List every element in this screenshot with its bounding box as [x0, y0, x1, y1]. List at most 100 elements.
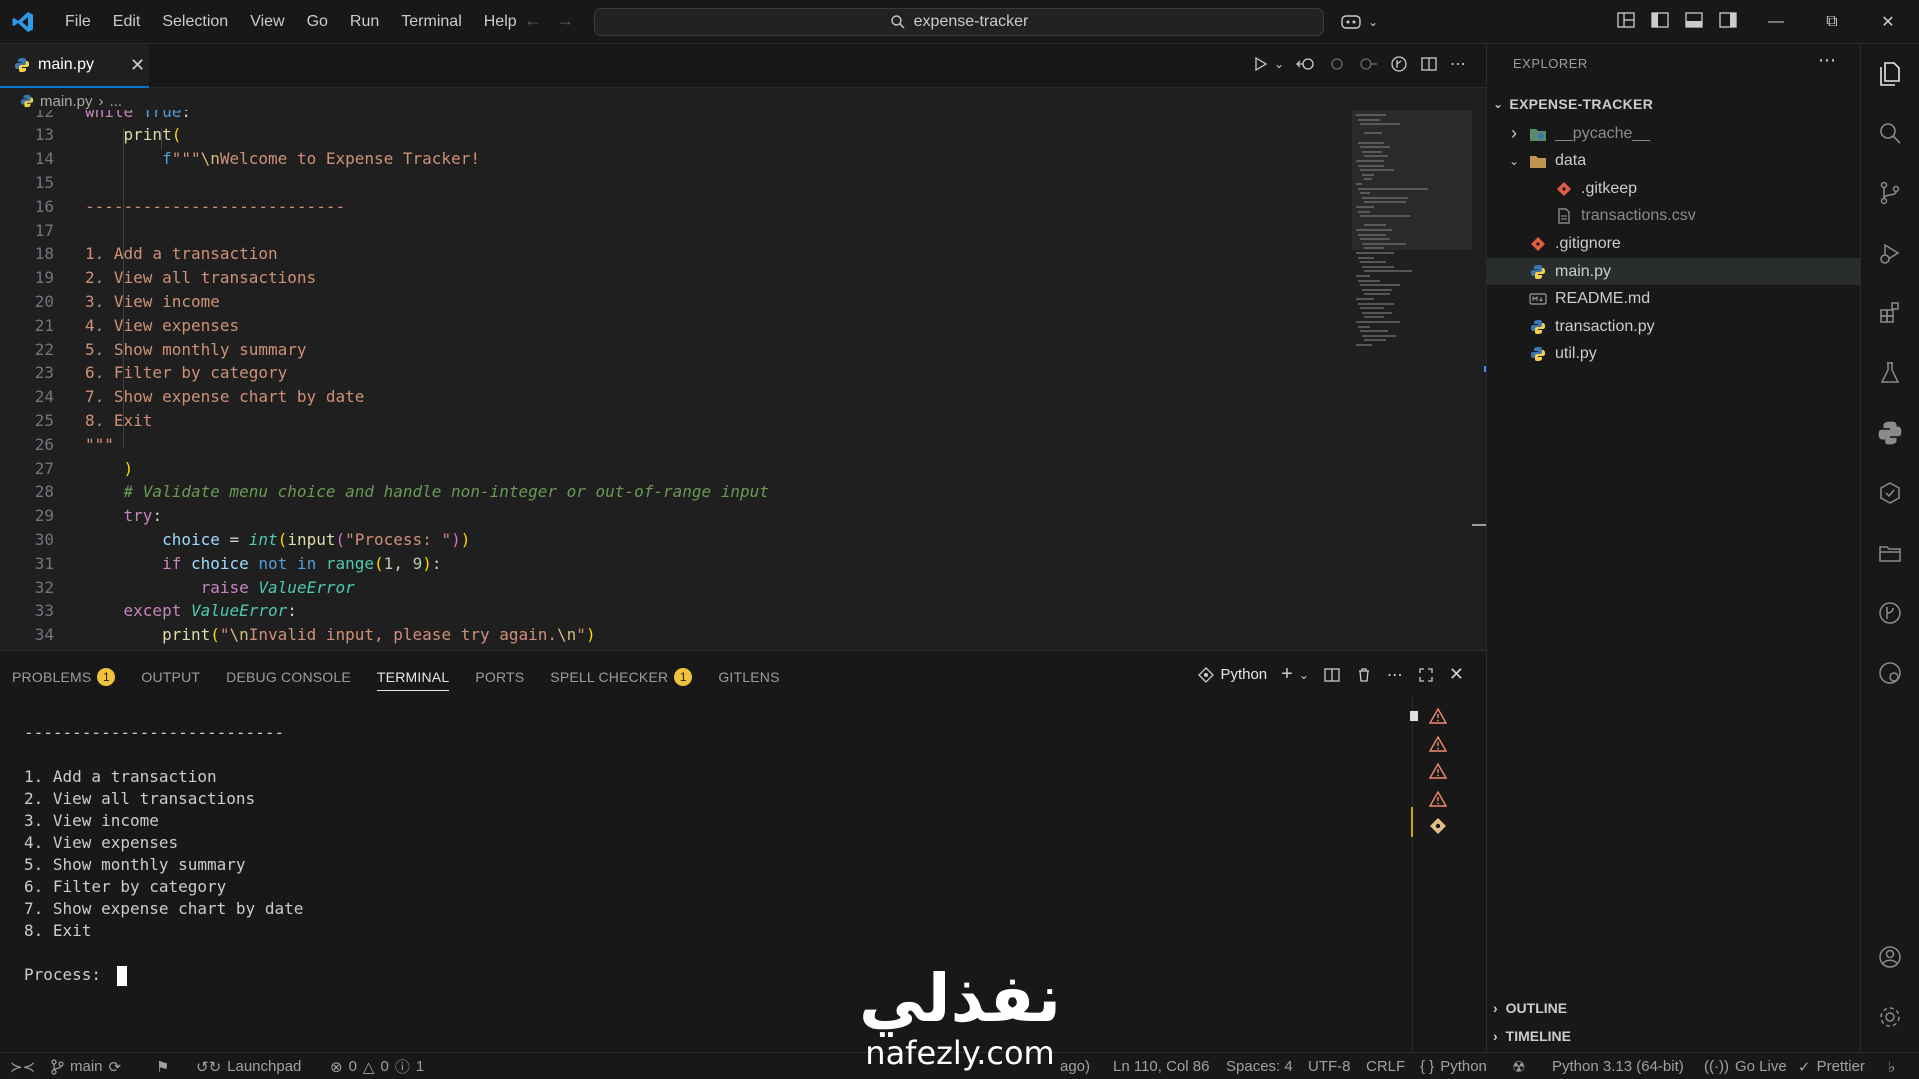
warning-icon[interactable] — [1429, 790, 1447, 808]
encoding[interactable]: UTF-8 — [1308, 1053, 1351, 1079]
terminal-scrollbar[interactable] — [1410, 711, 1418, 721]
go-live-button[interactable]: ((·)) Go Live — [1704, 1053, 1787, 1079]
minimize-icon[interactable]: — — [1748, 0, 1804, 44]
close-panel-icon[interactable]: ✕ — [1449, 664, 1464, 685]
toggle-primary-sidebar-icon[interactable] — [1650, 10, 1670, 30]
tab-ports[interactable]: PORTS — [475, 663, 524, 691]
more-actions-icon[interactable]: ⋯ — [1450, 54, 1466, 74]
terminal-dropdown-icon[interactable]: ⌄ — [1299, 668, 1309, 682]
testing-icon[interactable] — [1875, 358, 1905, 388]
toggle-panel-icon[interactable] — [1684, 10, 1704, 30]
python-icon[interactable] — [1875, 418, 1905, 448]
python-terminal-icon[interactable] — [1429, 817, 1447, 835]
trash-icon[interactable] — [1355, 666, 1373, 684]
notifications-button[interactable]: ♭ — [1888, 1053, 1895, 1079]
python-interpreter[interactable]: Python 3.13 (64-bit) — [1552, 1053, 1684, 1079]
remote-explorer-icon[interactable] — [1875, 658, 1905, 688]
language-mode[interactable]: { } Python — [1420, 1053, 1487, 1079]
forward-arrow-icon[interactable]: → — [556, 10, 574, 31]
tab-problems[interactable]: PROBLEMS 1 — [12, 663, 116, 691]
gitlens-inspect-icon[interactable] — [1875, 478, 1905, 508]
terminal-output[interactable]: --------------------------- 1. Add a tran… — [24, 723, 303, 987]
tree-item-transactions-csv[interactable]: transactions.csv — [1487, 203, 1861, 230]
sync-icon[interactable]: ⟳ — [109, 1058, 122, 1076]
breadcrumb-file[interactable]: main.py — [40, 93, 93, 110]
source-control-icon[interactable] — [1875, 178, 1905, 208]
more-actions-icon[interactable]: ⋯ — [1818, 50, 1836, 71]
more-actions-icon[interactable]: ⋯ — [1387, 665, 1403, 685]
menu-terminal[interactable]: Terminal — [390, 13, 472, 31]
remote-indicator[interactable]: ≻≺ — [10, 1053, 35, 1079]
code-editor[interactable]: 12 while True: 13 print(14 f"""\nWelcome t… — [0, 110, 1486, 650]
command-center-search[interactable]: expense-tracker — [594, 8, 1324, 36]
customize-layout-icon[interactable] — [1616, 10, 1636, 30]
previous-change-icon[interactable] — [1328, 55, 1346, 73]
tree-item-main-py[interactable]: main.py — [1487, 258, 1861, 285]
warning-icon[interactable] — [1429, 735, 1447, 753]
settings-gear-icon[interactable] — [1875, 1002, 1905, 1032]
toggle-secondary-sidebar-icon[interactable] — [1718, 10, 1738, 30]
back-arrow-icon[interactable]: ← — [524, 10, 542, 31]
editor-scrollbar[interactable] — [1472, 110, 1487, 650]
warning-icon[interactable] — [1429, 707, 1447, 725]
minimap[interactable] — [1352, 110, 1472, 360]
tab-output[interactable]: OUTPUT — [141, 663, 200, 691]
copilot-status[interactable]: ☢ — [1512, 1053, 1525, 1079]
tree-item-util-py[interactable]: util.py — [1487, 341, 1861, 368]
menu-edit[interactable]: Edit — [102, 13, 152, 31]
project-section[interactable]: ⌄ EXPENSE-TRACKER — [1493, 92, 1653, 116]
breadcrumb-symbol[interactable]: ... — [110, 93, 123, 110]
restore-icon[interactable]: ⧉ — [1804, 0, 1860, 44]
tree-item-gitignore[interactable]: .gitignore — [1487, 230, 1861, 257]
search-icon[interactable] — [1875, 118, 1905, 148]
minimap-slider[interactable] — [1352, 110, 1472, 250]
tree-item-pycache[interactable]: › __pycache__ — [1487, 120, 1861, 147]
copilot-control[interactable]: ⌄ — [1340, 8, 1398, 36]
tab-main-py[interactable]: main.py ✕ — [0, 44, 149, 88]
gitlens-compare-icon[interactable] — [1390, 55, 1408, 73]
menu-selection[interactable]: Selection — [151, 13, 239, 31]
menu-go[interactable]: Go — [296, 13, 339, 31]
indentation[interactable]: Spaces: 4 — [1226, 1053, 1293, 1079]
menu-view[interactable]: View — [239, 13, 295, 31]
run-dropdown-icon[interactable]: ⌄ — [1274, 57, 1284, 71]
accounts-icon[interactable] — [1875, 942, 1905, 972]
menu-run[interactable]: Run — [339, 13, 390, 31]
timeline-section[interactable]: › TIMELINE — [1493, 1024, 1571, 1048]
branch-indicator[interactable]: main ⟳ — [50, 1053, 121, 1079]
split-terminal-icon[interactable] — [1323, 666, 1341, 684]
git-graph-indicator[interactable]: ⚑ — [156, 1053, 169, 1079]
terminal-shell-selector[interactable]: Python — [1198, 666, 1267, 683]
tab-terminal[interactable]: TERMINAL — [376, 663, 450, 691]
close-window-icon[interactable]: ✕ — [1860, 0, 1916, 44]
explorer-icon[interactable] — [1875, 58, 1905, 88]
menu-file[interactable]: File — [54, 13, 102, 31]
next-change-icon[interactable] — [1358, 55, 1378, 73]
tree-item-gitkeep[interactable]: .gitkeep — [1487, 175, 1861, 202]
tree-item-readme-md[interactable]: README.md — [1487, 286, 1861, 313]
tab-spell-checker[interactable]: SPELL CHECKER 1 — [550, 663, 693, 691]
problems-indicator[interactable]: ⊗ 0 △ 0 ⓘ 1 — [330, 1053, 424, 1079]
line-endings[interactable]: CRLF — [1366, 1053, 1405, 1079]
extensions-icon[interactable] — [1875, 298, 1905, 328]
run-debug-icon[interactable] — [1875, 238, 1905, 268]
launchpad-indicator[interactable]: ↺↻ Launchpad — [196, 1053, 301, 1079]
tab-gitlens[interactable]: GITLENS — [718, 663, 779, 691]
prettier-status[interactable]: ✓ Prettier — [1798, 1053, 1865, 1079]
cursor-position[interactable]: Ln 110, Col 86 — [1113, 1053, 1209, 1079]
tree-item-data[interactable]: ⌄ data — [1487, 148, 1861, 175]
run-icon[interactable] — [1252, 55, 1270, 73]
project-manager-icon[interactable] — [1875, 538, 1905, 568]
new-terminal-icon[interactable]: + — [1281, 663, 1293, 686]
gitlens-icon[interactable] — [1875, 598, 1905, 628]
chevron-down-icon[interactable]: ⌄ — [1368, 15, 1378, 29]
tab-debug-console[interactable]: DEBUG CONSOLE — [226, 663, 351, 691]
close-tab-icon[interactable]: ✕ — [130, 55, 145, 76]
split-editor-icon[interactable] — [1420, 55, 1438, 73]
maximize-panel-icon[interactable] — [1417, 666, 1435, 684]
open-changes-icon[interactable] — [1296, 55, 1316, 73]
tree-item-transaction-py[interactable]: transaction.py — [1487, 313, 1861, 340]
menu-help[interactable]: Help — [473, 13, 528, 31]
outline-section[interactable]: › OUTLINE — [1493, 996, 1567, 1020]
warning-icon[interactable] — [1429, 762, 1447, 780]
